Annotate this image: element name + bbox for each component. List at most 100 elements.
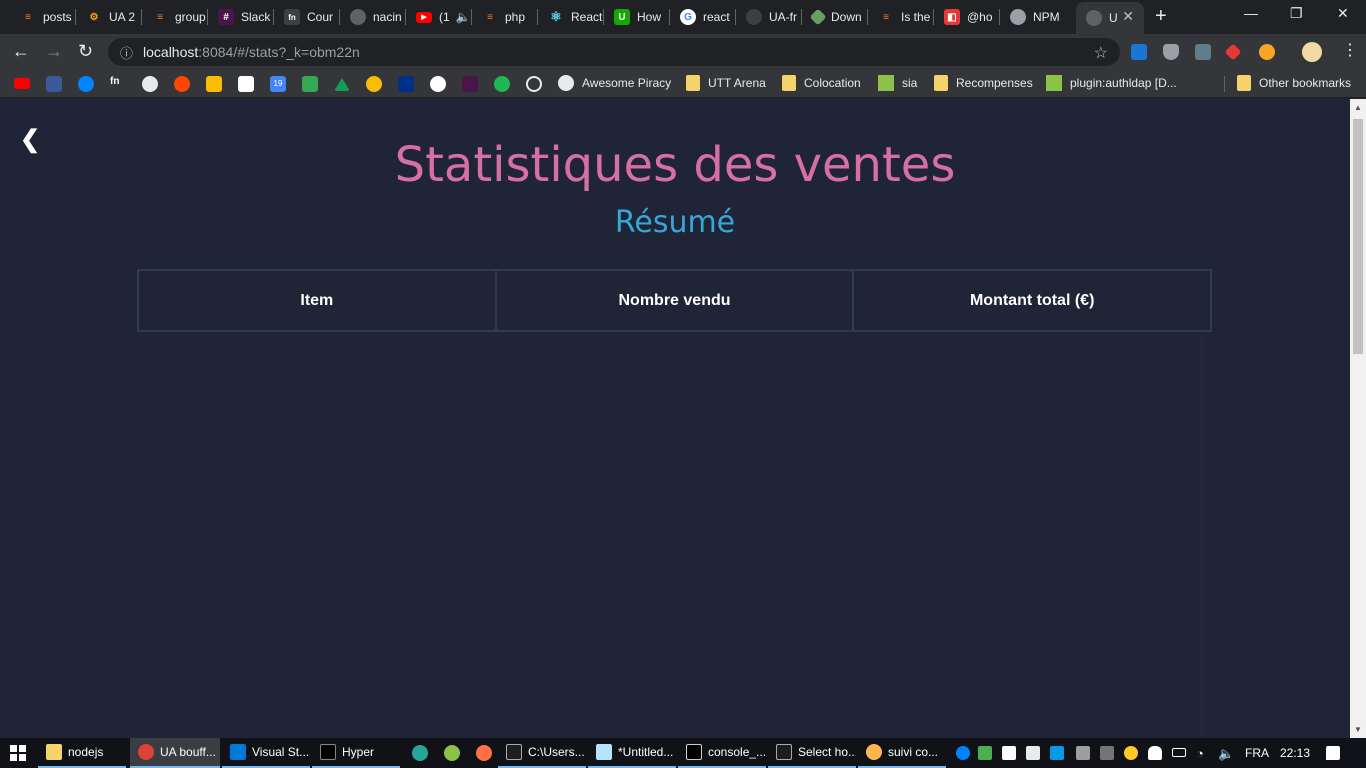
column-header-quantity[interactable]: Nombre vendu [497, 271, 855, 330]
scroll-down-icon[interactable]: ▼ [1354, 725, 1362, 734]
new-tab-button[interactable]: + [1155, 6, 1167, 26]
taskbar-item[interactable]: Hyper [312, 738, 400, 768]
extension-icon[interactable] [1259, 44, 1275, 60]
minimize-button[interactable]: — [1244, 5, 1258, 21]
wifi-icon[interactable]: ◔ [1196, 746, 1204, 761]
taskbar-item[interactable]: suivi co... [858, 738, 946, 768]
browser-tab[interactable]: ≡ Is the [868, 4, 934, 30]
tray-app-icon[interactable] [1124, 746, 1138, 760]
browser-tab[interactable]: ≡ php [472, 4, 538, 30]
browser-tab[interactable]: UA-fr [736, 4, 802, 30]
tray-app-icon[interactable] [1100, 746, 1114, 760]
browser-tab[interactable]: ◧ @ho [934, 4, 1000, 30]
bluetooth-icon[interactable] [956, 746, 970, 760]
bookmark-star-icon[interactable]: ☆ [1094, 43, 1108, 63]
taskbar-item[interactable]: nodejs [38, 738, 126, 768]
reddit-icon[interactable] [174, 76, 190, 92]
browser-tab[interactable]: ≡ group [142, 4, 208, 30]
bookmark-folder[interactable]: Colocation [782, 75, 861, 91]
taskbar-item[interactable]: C:\Users... [498, 738, 586, 768]
taskbar-item[interactable] [468, 738, 496, 768]
clock[interactable]: 22:13 [1280, 746, 1310, 760]
slack-icon[interactable] [462, 76, 478, 92]
taskbar-item[interactable] [436, 738, 464, 768]
page-scrollbar[interactable]: ▲ ▼ [1350, 99, 1366, 738]
browser-tab[interactable]: Down [802, 4, 868, 30]
taskbar-item[interactable]: *Untitled... [588, 738, 676, 768]
ghost-icon[interactable] [430, 76, 446, 92]
close-tab-icon[interactable]: ✕ [1122, 8, 1134, 25]
bookmark-item[interactable]: plugin:authldap [D... [1046, 75, 1177, 91]
taskbar-item[interactable] [404, 738, 432, 768]
cloud-icon[interactable] [1148, 746, 1162, 760]
menu-dots-icon[interactable]: ⋮ [1342, 41, 1358, 61]
messenger-icon[interactable] [78, 76, 94, 92]
taskbar-item[interactable]: Visual St... [222, 738, 310, 768]
battery-icon[interactable] [1172, 748, 1186, 757]
column-header-item[interactable]: Item [139, 271, 497, 330]
bookmark-item[interactable]: sia [878, 75, 917, 91]
circle-icon[interactable] [526, 76, 542, 92]
other-bookmarks-folder[interactable]: Other bookmarks [1237, 75, 1351, 91]
nodejs-icon [809, 8, 827, 26]
language-indicator[interactable]: FRA [1245, 746, 1269, 760]
maximize-button[interactable]: ❐ [1290, 5, 1303, 22]
browser-tab[interactable]: ≡ posts [10, 4, 76, 30]
taskbar-item[interactable]: console_... [678, 738, 766, 768]
drive-icon[interactable] [334, 78, 350, 91]
youtube-icon: ▶ [416, 11, 432, 23]
keep-icon[interactable] [206, 76, 222, 92]
scroll-up-icon[interactable]: ▲ [1354, 103, 1362, 112]
map-icon [878, 75, 894, 91]
avatar[interactable] [1302, 42, 1322, 62]
browser-tab[interactable]: fn Cour [274, 4, 340, 30]
tray-app-icon[interactable] [1076, 746, 1090, 760]
maps-icon[interactable] [302, 76, 318, 92]
bookmark-folder[interactable]: UTT Arena [686, 75, 766, 91]
taskbar-item[interactable]: Select ho... [768, 738, 856, 768]
youtube-icon[interactable] [14, 78, 30, 89]
forward-arrow-icon[interactable]: → [45, 41, 63, 61]
browser-tab[interactable]: # Slack [208, 4, 274, 30]
fn-icon[interactable]: fn [110, 76, 126, 92]
windows-start-icon[interactable] [10, 745, 26, 761]
bookmark-item[interactable]: Awesome Piracy [558, 75, 671, 91]
browser-tab[interactable]: nacin [340, 4, 406, 30]
facebook-icon[interactable] [46, 76, 62, 92]
browser-tab[interactable]: ⚛ React [538, 4, 604, 30]
reload-icon[interactable]: ↻ [78, 41, 93, 61]
bookmark-folder[interactable]: Recompenses [934, 75, 1033, 91]
github-icon[interactable] [142, 76, 158, 92]
address-bar[interactable]: ⓘ localhost:8084/#/stats?_k=obm22n ☆ [108, 38, 1120, 66]
info-icon[interactable]: ⓘ [120, 43, 133, 62]
back-arrow-icon[interactable]: ← [12, 41, 30, 61]
extension-icon[interactable] [1195, 44, 1211, 60]
tray-app-icon[interactable] [1002, 746, 1016, 760]
extension-icon[interactable] [1224, 43, 1242, 61]
hyper-tray-icon[interactable] [978, 746, 992, 760]
browser-tab[interactable]: G react [670, 4, 736, 30]
tray-app-icon[interactable] [1050, 746, 1064, 760]
gmail-icon[interactable] [238, 76, 254, 92]
browser-tab[interactable]: U How [604, 4, 670, 30]
volume-icon[interactable]: 🔈 [1218, 746, 1234, 762]
tray-app-icon[interactable] [1026, 746, 1040, 760]
close-window-button[interactable]: ✕ [1337, 5, 1349, 22]
browser-tab[interactable]: ▶ (1 🔈 [406, 4, 472, 30]
column-header-total[interactable]: Montant total (€) [854, 271, 1210, 330]
calendar-icon[interactable]: 19 [270, 76, 286, 92]
browser-tab[interactable]: NPM [1000, 4, 1066, 30]
spotify-icon[interactable] [494, 76, 510, 92]
ublock-icon[interactable] [1163, 44, 1179, 60]
table-body-scrollbar[interactable] [1201, 335, 1211, 738]
scrollbar-thumb[interactable] [1353, 119, 1363, 354]
taskbar-item[interactable]: UA bouff... [130, 738, 220, 768]
cmd-icon [506, 744, 522, 760]
extension-icon[interactable] [1131, 44, 1147, 60]
browser-tab-active[interactable]: U ✕ [1076, 2, 1144, 34]
paypal-icon[interactable] [398, 76, 414, 92]
speaker-icon: 🔈 [455, 10, 471, 24]
photos-icon[interactable] [366, 76, 382, 92]
notification-icon[interactable] [1326, 746, 1340, 760]
browser-tab[interactable]: ⚙ UA 2 [76, 4, 142, 30]
